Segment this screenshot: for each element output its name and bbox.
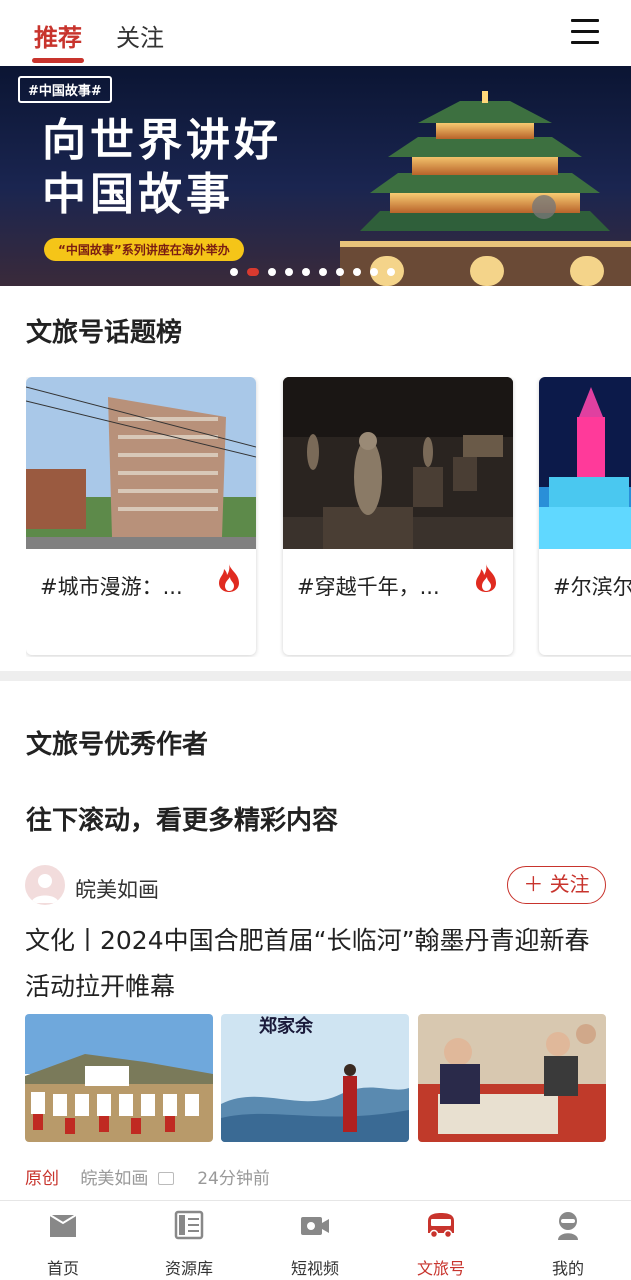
fire-icon [219, 564, 239, 592]
carousel-dot[interactable] [319, 267, 327, 276]
topic-card-text: #穿越千年，... [297, 575, 440, 599]
bottom-navigation: 首页 资源库 短视频 文旅号 我的 [0, 1200, 631, 1280]
article-image[interactable] [418, 1014, 606, 1142]
topic-ranking-title: 文旅号话题榜 [26, 318, 183, 348]
nav-short-video[interactable]: 短视频 [252, 1201, 378, 1280]
author-name[interactable]: 皖美如画 [75, 874, 159, 904]
banner-hashtag: #中国故事# [18, 76, 112, 103]
library-icon [174, 1210, 204, 1240]
follow-button[interactable]: ＋ 关注 [507, 866, 606, 904]
section-divider [0, 671, 631, 681]
banner-subtitle: “中国故事”系列讲座在海外举办 [44, 238, 244, 261]
bell-tower-illustration [340, 91, 631, 286]
tab-following[interactable]: 关注 [116, 18, 164, 53]
carousel-dot[interactable] [370, 267, 378, 276]
carousel-dot[interactable] [387, 267, 395, 276]
video-camera-icon [301, 1217, 329, 1235]
topic-card-text: #城市漫游：... [40, 575, 183, 599]
top-tab-bar: 推荐 关注 [0, 0, 631, 66]
carousel-dot[interactable] [230, 267, 238, 276]
topic-card[interactable]: #穿越千年，... [283, 377, 513, 655]
topic-card-image [283, 377, 513, 549]
topic-card-image [26, 377, 256, 549]
nav-library[interactable]: 资源库 [126, 1201, 252, 1280]
tab-recommend[interactable]: 推荐 [34, 18, 82, 53]
active-tab-indicator [32, 58, 84, 63]
article-title[interactable]: 文化丨2024中国合肥首届“长临河”翰墨丹青迎新春活动拉开帷幕 [25, 918, 605, 1010]
carousel-dot[interactable] [336, 267, 344, 276]
article-image[interactable]: 郑家余 [221, 1014, 409, 1142]
banner-carousel[interactable]: #中国故事# 向世界讲好 中国故事 “中国故事”系列讲座在海外举办 [0, 66, 631, 286]
topic-card[interactable]: #尔滨尔 [539, 377, 631, 655]
carousel-indicator [230, 261, 404, 276]
carousel-dot[interactable] [302, 267, 310, 276]
nav-mine[interactable]: 我的 [505, 1201, 631, 1280]
nav-wenlv[interactable]: 文旅号 [378, 1201, 504, 1280]
article-author-row: 皖美如画 ＋ 关注 [25, 865, 606, 907]
nav-home[interactable]: 首页 [0, 1201, 126, 1280]
topic-card-text: #尔滨尔 [553, 575, 631, 599]
topic-card-list: #城市漫游：... #穿越千年，... #尔滨尔 [26, 377, 631, 657]
original-label: 原创 [25, 1169, 59, 1189]
excellent-authors-title: 文旅号优秀作者 [26, 730, 209, 760]
carousel-dot[interactable] [285, 267, 293, 276]
carousel-dot[interactable] [353, 267, 361, 276]
carousel-dot[interactable] [268, 267, 276, 276]
scroll-hint: 往下滚动，看更多精彩内容 [26, 806, 339, 836]
carousel-dot[interactable] [247, 267, 259, 276]
article-images[interactable]: 郑家余 [25, 1014, 606, 1142]
bus-icon [428, 1213, 454, 1239]
menu-icon[interactable] [571, 19, 599, 45]
home-icon [49, 1214, 77, 1237]
article-meta: 原创 皖美如画 24分钟前 [25, 1164, 270, 1189]
image-caption: 郑家余 [259, 1015, 314, 1037]
image-icon [157, 1172, 174, 1185]
article-image[interactable] [25, 1014, 213, 1142]
user-icon [558, 1212, 578, 1240]
article-time: 24分钟前 [197, 1169, 270, 1189]
fire-icon [476, 564, 496, 592]
banner-headline: 向世界讲好 中国故事 [42, 115, 282, 220]
topic-card-image [539, 377, 631, 549]
article-source: 皖美如画 [80, 1169, 149, 1189]
avatar[interactable] [25, 865, 65, 905]
topic-card[interactable]: #城市漫游：... [26, 377, 256, 655]
